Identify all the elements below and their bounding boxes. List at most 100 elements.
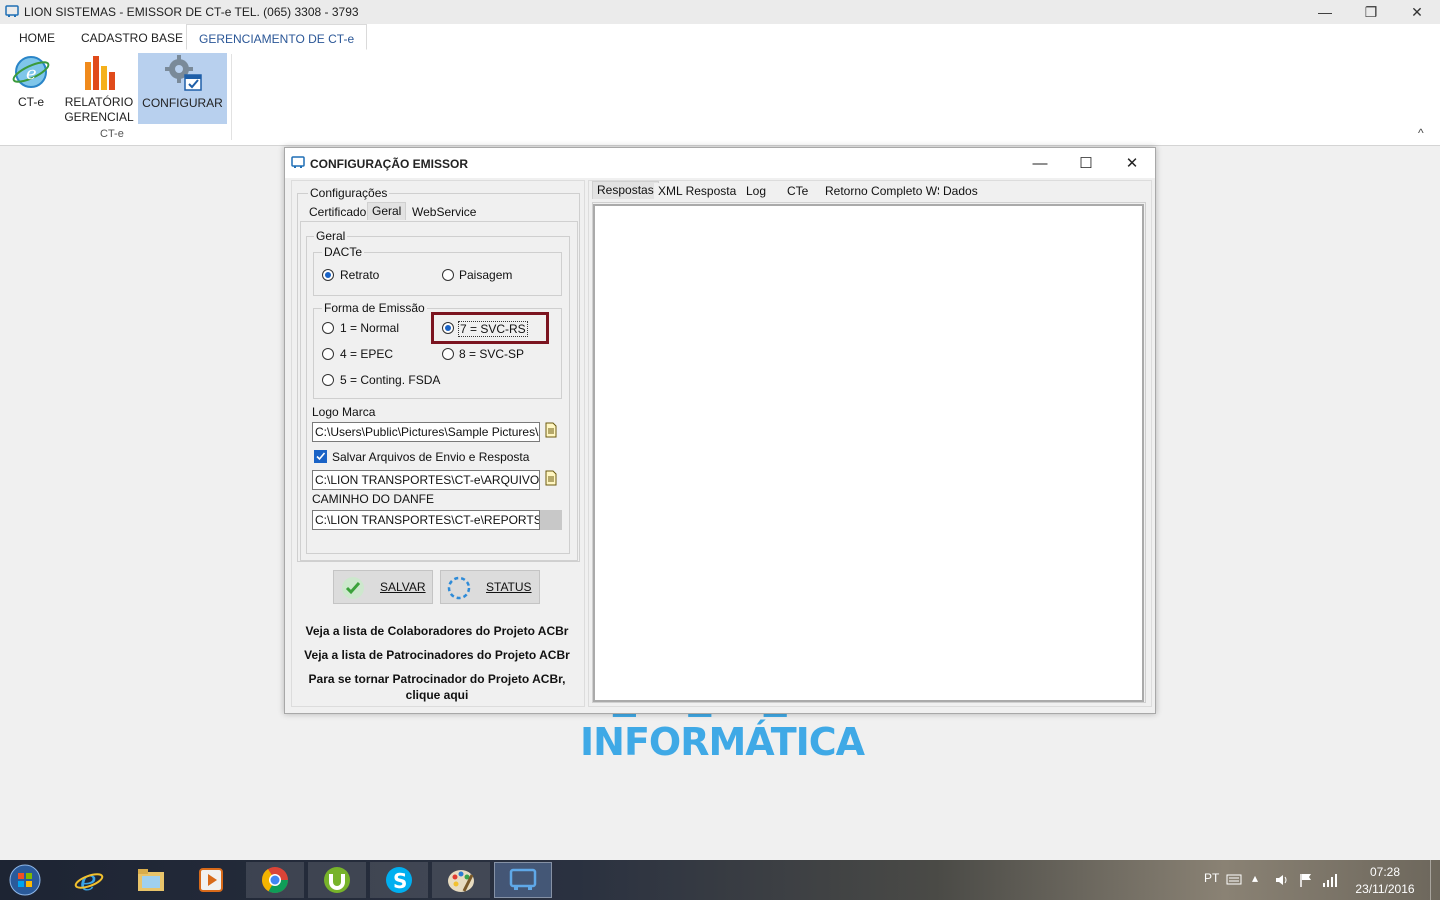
status-label: STATUS xyxy=(486,580,532,594)
dialog-app-icon xyxy=(291,156,305,168)
chrome-taskbar-button[interactable] xyxy=(246,862,304,898)
logo-browse-icon[interactable] xyxy=(544,422,558,438)
tab-webservice[interactable]: WebService xyxy=(408,204,481,221)
logo-marca-label: Logo Marca xyxy=(312,405,376,419)
tab-cadastro-base[interactable]: CADASTRO BASE xyxy=(69,24,195,50)
salvar-arquivos-label: Salvar Arquivos de Envio e Resposta xyxy=(332,450,530,464)
tab-log[interactable]: Log xyxy=(742,183,771,200)
cte-icon: e xyxy=(12,56,50,88)
arquivos-browse-icon[interactable] xyxy=(544,470,558,486)
utorrent-taskbar-button[interactable] xyxy=(308,862,366,898)
tab-respostas[interactable]: Respostas xyxy=(592,181,659,199)
ribbon-group-separator xyxy=(231,54,232,140)
forma-svcsp-label: 8 = SVC-SP xyxy=(459,347,525,361)
cte-label: CT-e xyxy=(17,95,44,109)
app-title: LION SISTEMAS - EMISSOR DE CT-e TEL. (06… xyxy=(24,5,359,19)
explorer-taskbar-button[interactable] xyxy=(122,862,180,898)
forma-svcrs-radio[interactable] xyxy=(442,322,454,334)
danfe-browse-button[interactable] xyxy=(540,510,562,530)
language-indicator[interactable]: PT xyxy=(1204,871,1219,885)
keyboard-icon[interactable] xyxy=(1226,872,1242,886)
background-logo-text: INFORMÁTICA xyxy=(580,720,865,764)
app-icon xyxy=(5,5,19,17)
skype-taskbar-button[interactable]: S xyxy=(370,862,428,898)
show-desktop-button[interactable] xyxy=(1430,860,1440,900)
salvar-label: SALVAR xyxy=(380,580,426,594)
geral-group-label: Geral xyxy=(314,229,348,243)
retrato-label: Retrato xyxy=(340,268,380,282)
tab-cte[interactable]: CTe xyxy=(783,183,813,200)
forma-normal-label: 1 = Normal xyxy=(340,321,400,335)
network-signal-icon[interactable] xyxy=(1322,872,1338,888)
forma-emissao-group-label: Forma de Emissão xyxy=(322,301,427,315)
ie-icon: e xyxy=(74,865,104,895)
bar-chart-icon xyxy=(85,56,115,90)
salvar-arquivos-checkbox[interactable] xyxy=(314,450,327,463)
link-patrocinador-line1[interactable]: Para se tornar Patrocinador do Projeto A… xyxy=(291,672,583,686)
link-patrocinador-line2[interactable]: clique aqui xyxy=(291,688,583,702)
ribbon-group-label: CT-e xyxy=(100,128,124,140)
forma-normal-radio[interactable] xyxy=(322,322,334,334)
forma-fsda-label: 5 = Conting. FSDA xyxy=(340,373,441,387)
skype-icon: S xyxy=(386,867,412,893)
ribbon-tab-bar: HOME CADASTRO BASE GERENCIAMENTO DE CT-e xyxy=(0,24,1440,51)
paint-taskbar-button[interactable] xyxy=(432,862,490,898)
media-player-icon xyxy=(199,868,223,892)
volume-icon[interactable] xyxy=(1274,872,1290,888)
clock-date[interactable]: 23/11/2016 xyxy=(1352,882,1418,896)
svg-text:e: e xyxy=(26,63,37,84)
tray-expand-icon[interactable]: ▴ xyxy=(1252,871,1258,885)
tab-geral[interactable]: Geral xyxy=(367,202,407,220)
tab-dados[interactable]: Dados xyxy=(939,183,982,200)
arquivos-path-input[interactable]: C:\LION TRANSPORTES\CT-e\ARQUIVOS xyxy=(312,470,540,490)
link-colaboradores[interactable]: Veja a lista de Colaboradores do Projeto… xyxy=(291,624,583,638)
window-close-button[interactable]: ✕ xyxy=(1394,0,1440,24)
relatorio-gerencial-button[interactable]: RELATÓRIO GERENCIAL xyxy=(64,52,134,125)
dialog-title: CONFIGURAÇÃO EMISSOR xyxy=(310,157,469,171)
forma-fsda-radio[interactable] xyxy=(322,374,334,386)
lion-emissor-taskbar-button[interactable] xyxy=(494,862,552,898)
link-patrocinadores[interactable]: Veja a lista de Patrocinadores do Projet… xyxy=(291,648,583,662)
media-player-taskbar-button[interactable] xyxy=(182,862,240,898)
svg-text:e: e xyxy=(80,865,97,895)
start-button[interactable] xyxy=(4,863,46,897)
forma-svcrs-label: 7 = SVC-RS xyxy=(458,321,528,337)
gear-settings-icon xyxy=(164,55,202,91)
paisagem-label: Paisagem xyxy=(459,268,513,282)
forma-epec-radio[interactable] xyxy=(322,348,334,360)
window-restore-button[interactable]: ❐ xyxy=(1348,0,1394,24)
tab-home[interactable]: HOME xyxy=(7,24,67,50)
salvar-button[interactable]: SALVAR xyxy=(333,570,433,604)
retrato-radio[interactable] xyxy=(322,269,334,281)
dialog-close-button[interactable]: ✕ xyxy=(1109,148,1155,178)
status-button[interactable]: STATUS xyxy=(440,570,540,604)
ribbon-panel: e CT-e RELATÓRIO GERENCIAL CONFIGURAR CT… xyxy=(0,50,1440,146)
respostas-memo[interactable] xyxy=(593,204,1144,702)
app-titlebar: LION SISTEMAS - EMISSOR DE CT-e TEL. (06… xyxy=(0,0,1440,24)
forma-svcsp-radio[interactable] xyxy=(442,348,454,360)
lion-app-icon xyxy=(509,868,537,890)
action-center-flag-icon[interactable] xyxy=(1298,872,1314,888)
chrome-icon xyxy=(261,867,289,894)
tab-retorno-completo-ws[interactable]: Retorno Completo WS xyxy=(821,183,950,200)
check-circle-icon xyxy=(342,577,364,599)
tab-gerenciamento-cte[interactable]: GERENCIAMENTO DE CT-e xyxy=(186,24,368,50)
window-minimize-button[interactable]: — xyxy=(1302,0,1348,24)
logo-marca-input[interactable]: C:\Users\Public\Pictures\Sample Pictures… xyxy=(312,422,540,442)
ribbon-collapse-chevron-icon[interactable]: ^ xyxy=(1418,126,1424,140)
tab-certificado[interactable]: Certificado xyxy=(305,204,371,221)
danfe-path-input[interactable]: C:\LION TRANSPORTES\CT-e\REPORTS\DACTE xyxy=(312,510,540,530)
configurar-label: CONFIGURAR xyxy=(142,96,223,110)
dialog-minimize-button[interactable]: — xyxy=(1017,148,1063,178)
cte-button[interactable]: e CT-e xyxy=(6,52,56,110)
clock-time[interactable]: 07:28 xyxy=(1356,865,1414,879)
danfe-label: CAMINHO DO DANFE xyxy=(312,492,435,506)
configurar-button[interactable]: CONFIGURAR xyxy=(138,53,227,124)
ie-taskbar-button[interactable]: e xyxy=(60,862,118,898)
relatorio-label-line1: RELATÓRIO xyxy=(64,95,134,109)
paisagem-radio[interactable] xyxy=(442,269,454,281)
dialog-titlebar: CONFIGURAÇÃO EMISSOR — ☐ ✕ xyxy=(285,148,1155,178)
dialog-maximize-button[interactable]: ☐ xyxy=(1063,148,1109,178)
tab-xml-resposta[interactable]: XML Resposta xyxy=(654,183,741,200)
folder-icon xyxy=(138,869,164,891)
